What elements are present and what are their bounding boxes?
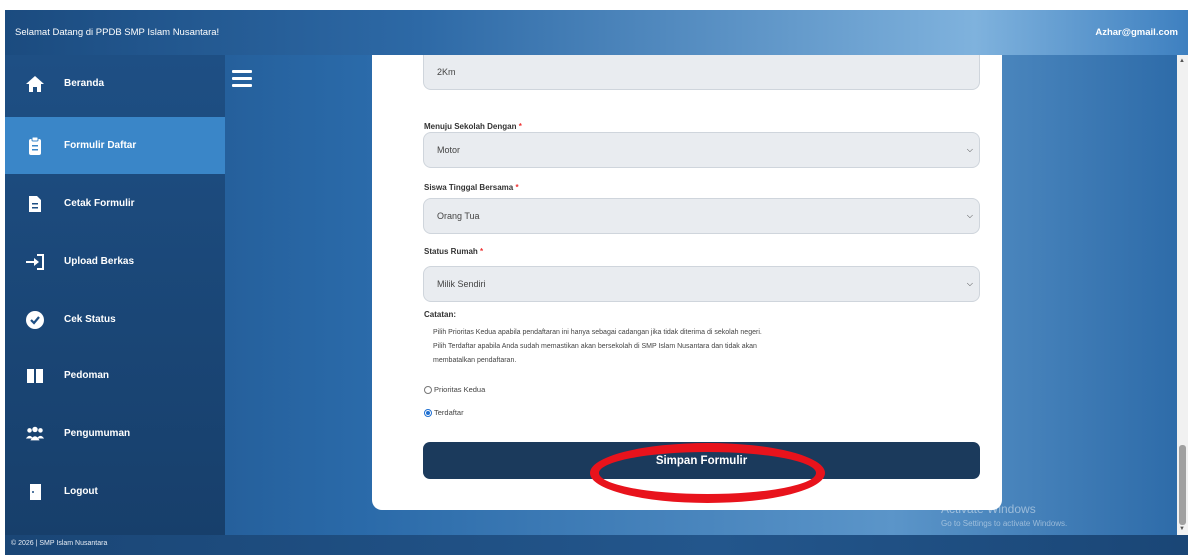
transport-selected-value: Motor — [437, 145, 461, 155]
book-icon — [25, 366, 45, 386]
sidebar-item-pedoman[interactable]: Pedoman — [5, 347, 225, 404]
sidebar-item-pengumuman[interactable]: Pengumuman — [5, 405, 225, 462]
copyright-text: © 2026 | SMP Islam Nusantara — [11, 540, 108, 547]
footer: © 2026 | SMP Islam Nusantara — [5, 535, 1188, 555]
top-bar: Selamat Datang di PPDB SMP Islam Nusanta… — [5, 10, 1188, 55]
scroll-up-icon[interactable]: ▲ — [1179, 58, 1185, 64]
sidebar-item-upload-berkas[interactable]: Upload Berkas — [5, 233, 225, 290]
chevron-down-icon: ⌵ — [966, 211, 973, 220]
watermark-subtitle: Go to Settings to activate Windows. — [941, 519, 1068, 528]
door-icon — [25, 482, 45, 502]
sidebar-item-label: Logout — [64, 486, 98, 497]
sidebar-item-formulir-daftar[interactable]: Formulir Daftar — [5, 117, 225, 174]
user-email[interactable]: Azhar@gmail.com — [1095, 27, 1178, 38]
sidebar-item-label: Upload Berkas — [64, 256, 135, 267]
welcome-text: Selamat Datang di PPDB SMP Islam Nusanta… — [15, 27, 220, 38]
note-title: Catatan: — [424, 310, 457, 319]
radio-button[interactable] — [424, 408, 432, 417]
transport-select[interactable]: Motor ⌵ — [423, 132, 980, 168]
sidebar-item-label: Pedoman — [64, 370, 110, 381]
submit-button[interactable]: Simpan Formulir — [423, 442, 980, 479]
sidebar-item-cetak-formulir[interactable]: Cetak Formulir — [5, 175, 225, 232]
note-line: membatalkan pendaftaran. — [433, 357, 517, 364]
note-line: Pilih Terdaftar apabila Anda sudah memas… — [433, 343, 757, 350]
scrollbar-thumb[interactable] — [1179, 445, 1186, 525]
living-select[interactable]: Orang Tua ⌵ — [423, 198, 980, 234]
watermark-title: Activate Windows — [941, 502, 1036, 516]
radio-label: Terdaftar — [434, 408, 464, 417]
scroll-down-icon[interactable]: ▼ — [1179, 526, 1185, 532]
sidebar-item-label: Formulir Daftar — [64, 140, 137, 151]
sign-in-icon — [25, 252, 45, 272]
scrollbar[interactable]: ▲ ▼ — [1177, 55, 1188, 535]
house-select[interactable]: Milik Sendiri ⌵ — [423, 266, 980, 302]
chevron-down-icon: ⌵ — [966, 279, 973, 288]
form-card: 2Km Menuju Sekolah Dengan * Motor ⌵ Sisw… — [372, 55, 1002, 510]
living-selected-value: Orang Tua — [437, 211, 480, 221]
windows-watermark: Activate Windows Go to Settings to activ… — [941, 502, 1067, 528]
sidebar-item-label: Cek Status — [64, 314, 116, 325]
sidebar-item-label: Cetak Formulir — [64, 198, 135, 209]
radio-prioritas-kedua[interactable]: Prioritas Kedua — [424, 385, 485, 394]
app-window: Selamat Datang di PPDB SMP Islam Nusanta… — [5, 10, 1188, 555]
sidebar-item-logout[interactable]: Logout — [5, 463, 225, 520]
living-label: Siswa Tinggal Bersama * — [424, 183, 519, 192]
sidebar-item-beranda[interactable]: Beranda — [5, 55, 225, 112]
radio-terdaftar[interactable]: Terdaftar — [424, 408, 464, 417]
radio-button[interactable] — [424, 385, 432, 394]
sidebar-item-label: Beranda — [64, 78, 105, 89]
sidebar-item-cek-status[interactable]: Cek Status — [5, 291, 225, 348]
home-icon — [25, 74, 45, 94]
distance-input[interactable]: 2Km — [423, 55, 980, 90]
house-label: Status Rumah * — [424, 247, 484, 256]
check-circle-icon — [25, 310, 45, 330]
distance-value: 2Km — [437, 67, 456, 77]
users-icon — [25, 424, 45, 444]
transport-label: Menuju Sekolah Dengan * — [424, 122, 522, 131]
menu-toggle-icon[interactable] — [232, 70, 252, 88]
sidebar: Beranda Formulir Daftar Cetak Formulir U… — [5, 55, 225, 535]
radio-label: Prioritas Kedua — [434, 385, 486, 394]
file-icon — [25, 194, 45, 214]
house-selected-value: Milik Sendiri — [437, 279, 486, 289]
sidebar-item-label: Pengumuman — [64, 428, 131, 439]
clipboard-icon — [25, 136, 45, 156]
note-line: Pilih Prioritas Kedua apabila pendaftara… — [433, 329, 762, 336]
chevron-down-icon: ⌵ — [966, 145, 973, 154]
